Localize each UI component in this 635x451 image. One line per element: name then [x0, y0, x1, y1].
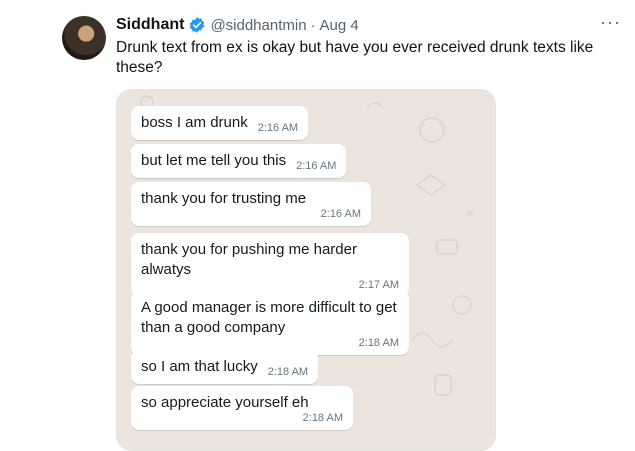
message-text: so I am that lucky — [141, 358, 258, 375]
chat-message: but let me tell you this 2:16 AM — [131, 144, 347, 178]
chat-message: A good manager is more difficult to get … — [131, 291, 409, 355]
message-time: 2:18 AM — [267, 366, 309, 378]
message-text: so appreciate yourself eh — [141, 394, 309, 411]
author-handle[interactable]: @siddhantmin — [210, 17, 306, 34]
author-avatar[interactable] — [62, 16, 106, 60]
chat-message: thank you for trusting me 2:16 AM — [131, 182, 371, 226]
tweet-date[interactable]: Aug 4 — [320, 17, 359, 34]
message-time: 2:16 AM — [257, 122, 299, 134]
message-text: thank you for trusting me — [141, 190, 307, 207]
message-time: 2:16 AM — [320, 208, 361, 220]
tweet-media-chat-screenshot[interactable]: boss I am drunk 2:16 AM but let me tell y… — [116, 89, 496, 451]
message-time: 2:16 AM — [296, 160, 337, 172]
header-separator: · — [310, 16, 316, 34]
tweet-text: Drunk text from ex is okay but have you … — [116, 39, 594, 76]
message-text: A good manager is more difficult to get … — [141, 299, 397, 336]
chat-message: thank you for pushing me harder alwatys … — [131, 233, 409, 297]
chat-message: so I am that lucky 2:18 AM — [131, 350, 319, 384]
chat-message: so appreciate yourself eh 2:18 AM — [131, 386, 353, 430]
chat-message: boss I am drunk 2:16 AM — [131, 106, 309, 140]
more-options-icon[interactable]: ··· — [600, 12, 621, 33]
message-text: boss I am drunk — [141, 114, 248, 131]
verified-badge-icon[interactable] — [188, 16, 206, 34]
message-time: 2:18 AM — [358, 337, 399, 349]
message-text: thank you for pushing me harder alwatys — [141, 241, 357, 278]
tweet-header: Siddhant @siddhantmin · Aug 4 — [116, 14, 359, 36]
author-name[interactable]: Siddhant — [116, 16, 184, 34]
message-time: 2:17 AM — [358, 279, 399, 291]
message-time: 2:18 AM — [302, 412, 343, 424]
message-text: but let me tell you this — [141, 152, 287, 169]
